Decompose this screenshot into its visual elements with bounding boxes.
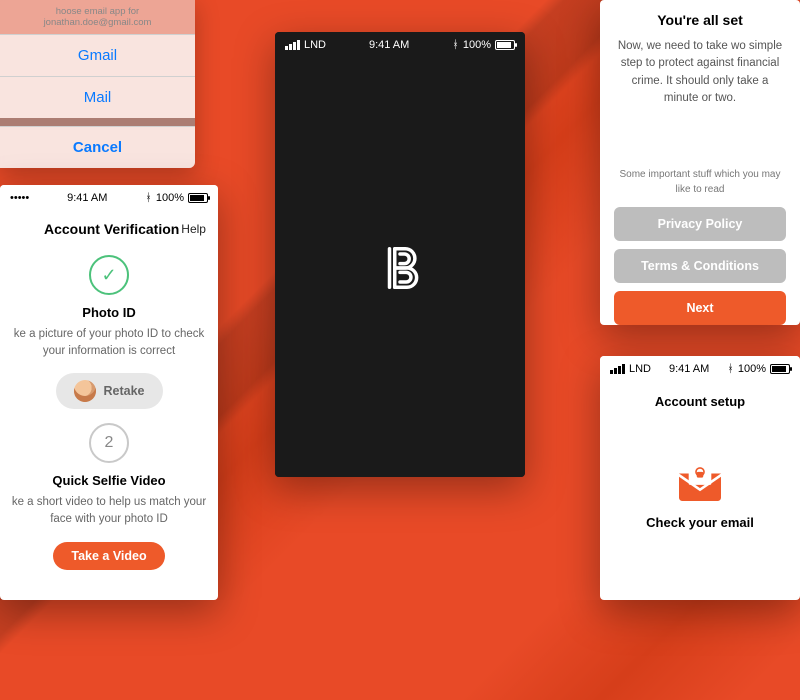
next-button[interactable]: Next	[614, 291, 786, 325]
step1-heading: Photo ID	[0, 305, 218, 320]
all-set-smallprint: Some important stuff which you may like …	[614, 167, 786, 197]
retake-label: Retake	[104, 384, 145, 398]
take-video-button[interactable]: Take a Video	[53, 542, 164, 570]
battery-icon	[770, 364, 790, 374]
step-number-badge: 2	[89, 423, 129, 463]
avatar-icon	[74, 380, 96, 402]
privacy-policy-button[interactable]: Privacy Policy	[614, 207, 786, 241]
action-sheet-cancel[interactable]: Cancel	[0, 126, 195, 168]
status-bar: LND 9:41 AM ᚼ 100%	[600, 356, 800, 382]
step2-body: ke a short video to help us match your f…	[0, 494, 218, 527]
verification-screen: ••••• 9:41 AM ᚼ 100% Account Verificatio…	[0, 185, 218, 600]
email-app-action-sheet: hoose email app for jonathan.doe@gmail.c…	[0, 0, 195, 168]
bluetooth-icon: ᚼ	[145, 192, 152, 204]
signal-icon	[610, 364, 625, 374]
all-set-title: You're all set	[614, 12, 786, 28]
step1-body: ke a picture of your photo ID to check y…	[0, 326, 218, 359]
page-title: Account Verification	[44, 221, 179, 237]
take-video-label: Take a Video	[71, 549, 146, 563]
step2-heading: Quick Selfie Video	[0, 473, 218, 488]
battery-pct: 100%	[738, 363, 766, 375]
action-sheet-option-gmail[interactable]: Gmail	[0, 34, 195, 76]
battery-icon	[495, 40, 515, 50]
check-email-heading: Check your email	[600, 515, 800, 530]
retake-button[interactable]: Retake	[56, 373, 163, 409]
bluetooth-icon: ᚼ	[727, 363, 734, 375]
clock-label: 9:41 AM	[67, 192, 107, 204]
bluetooth-icon: ᚼ	[452, 39, 459, 51]
carrier-label: LND	[629, 363, 651, 375]
signal-icon	[285, 40, 300, 50]
setup-title: Account setup	[600, 382, 800, 439]
terms-button[interactable]: Terms & Conditions	[614, 249, 786, 283]
clock-label: 9:41 AM	[669, 363, 709, 375]
battery-icon	[188, 193, 208, 203]
status-bar: ••••• 9:41 AM ᚼ 100%	[0, 185, 218, 211]
battery-pct: 100%	[156, 192, 184, 204]
status-bar: LND 9:41 AM ᚼ 100%	[275, 32, 525, 58]
splash-screen: LND 9:41 AM ᚼ 100%	[275, 32, 525, 477]
help-link[interactable]: Help	[181, 222, 206, 236]
carrier-label: LND	[304, 39, 326, 51]
action-sheet-option-mail[interactable]: Mail	[0, 76, 195, 118]
clock-label: 9:41 AM	[369, 39, 409, 51]
action-sheet-hint: hoose email app for jonathan.doe@gmail.c…	[0, 0, 195, 34]
all-set-screen: You're all set Now, we need to take wo s…	[600, 0, 800, 325]
battery-pct: 100%	[463, 39, 491, 51]
check-icon: ✓	[89, 255, 129, 295]
all-set-body: Now, we need to take wo simple step to p…	[614, 38, 786, 107]
carrier-dots-icon: •••••	[10, 192, 29, 204]
account-setup-screen: LND 9:41 AM ᚼ 100% Account setup Check y…	[600, 356, 800, 600]
app-logo-icon	[372, 240, 428, 296]
envelope-lock-icon	[674, 459, 726, 501]
